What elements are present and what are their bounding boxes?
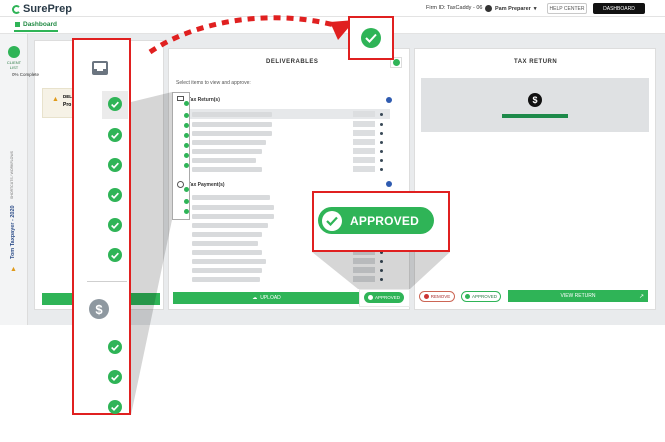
check-circle-icon xyxy=(108,128,122,142)
check-icon xyxy=(184,187,189,192)
check-callout xyxy=(348,16,394,60)
approved-projection xyxy=(312,252,450,289)
check-circle-icon xyxy=(108,400,122,414)
check-circle-icon xyxy=(108,158,122,172)
dotted-arrow-line xyxy=(148,15,346,55)
check-icon xyxy=(184,101,189,106)
check-icon xyxy=(184,163,189,168)
check-icon xyxy=(184,113,189,118)
check-icon xyxy=(184,153,189,158)
inbox-icon xyxy=(92,61,108,75)
inbox-icon xyxy=(177,96,184,101)
divider xyxy=(87,281,127,282)
check-icon xyxy=(367,295,373,300)
dollar-icon: $ xyxy=(89,299,109,319)
tutorial-stage: SurePrep Firm ID: TaxCaddy - 06 Pam Prep… xyxy=(0,0,665,442)
check-circle-icon xyxy=(108,370,122,384)
dollar-icon xyxy=(177,181,184,188)
approved-badge: APPROVED xyxy=(318,207,434,234)
check-circle-icon xyxy=(108,340,122,354)
check-circle-icon xyxy=(361,28,381,48)
approved-small-badge[interactable]: APPROVED xyxy=(364,292,404,303)
check-circle-icon xyxy=(108,188,122,202)
check-circle-icon xyxy=(322,210,342,231)
mini-checklist xyxy=(172,92,190,220)
check-circle-icon xyxy=(108,248,122,262)
zoom-projection xyxy=(131,92,172,415)
check-icon xyxy=(184,199,189,204)
check-icon xyxy=(184,209,189,214)
check-icon xyxy=(184,123,189,128)
check-circle-icon xyxy=(108,97,122,111)
check-circle-icon xyxy=(108,218,122,232)
check-icon xyxy=(184,133,189,138)
check-icon xyxy=(184,143,189,148)
